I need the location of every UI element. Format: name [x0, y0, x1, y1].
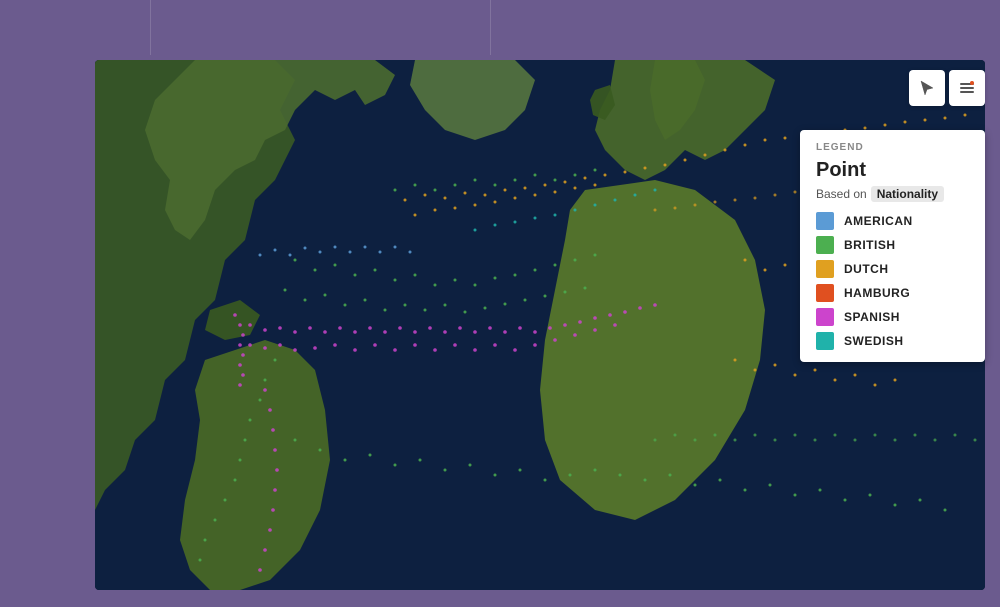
legend-item-label: DUTCH — [844, 262, 889, 276]
cursor-button[interactable] — [909, 70, 945, 106]
col-separator-1 — [150, 0, 151, 55]
legend-item: DUTCH — [816, 260, 969, 278]
header-area — [0, 0, 1000, 60]
legend-color-swatch — [816, 284, 834, 302]
legend-color-swatch — [816, 308, 834, 326]
layers-button[interactable] — [949, 70, 985, 106]
legend-color-swatch — [816, 332, 834, 350]
legend-item-label: AMERICAN — [844, 214, 913, 228]
legend-item-label: SWEDISH — [844, 334, 904, 348]
legend-item: HAMBURG — [816, 284, 969, 302]
col-separator-2 — [490, 0, 491, 55]
legend-based-on-prefix: Based on — [816, 187, 867, 201]
legend-item-label: SPANISH — [844, 310, 900, 324]
legend-section-label: LEGEND — [816, 142, 969, 153]
legend-item: AMERICAN — [816, 212, 969, 230]
legend-color-swatch — [816, 236, 834, 254]
legend-color-swatch — [816, 212, 834, 230]
legend-item: SPANISH — [816, 308, 969, 326]
legend-items-list: AMERICAN BRITISH DUTCH HAMBURG SPANISH SWEDIS… — [816, 212, 969, 350]
legend-based-on-value: Nationality — [871, 186, 944, 202]
legend-item-label: HAMBURG — [844, 286, 910, 300]
legend-type-label: Point — [816, 159, 969, 182]
legend-based-on: Based on Nationality — [816, 186, 969, 202]
map-toolbar — [909, 70, 985, 106]
legend-color-swatch — [816, 260, 834, 278]
legend-item: SWEDISH — [816, 332, 969, 350]
legend-item-label: BRITISH — [844, 238, 896, 252]
legend-panel: LEGEND Point Based on Nationality AMERIC… — [800, 130, 985, 362]
legend-item: BRITISH — [816, 236, 969, 254]
